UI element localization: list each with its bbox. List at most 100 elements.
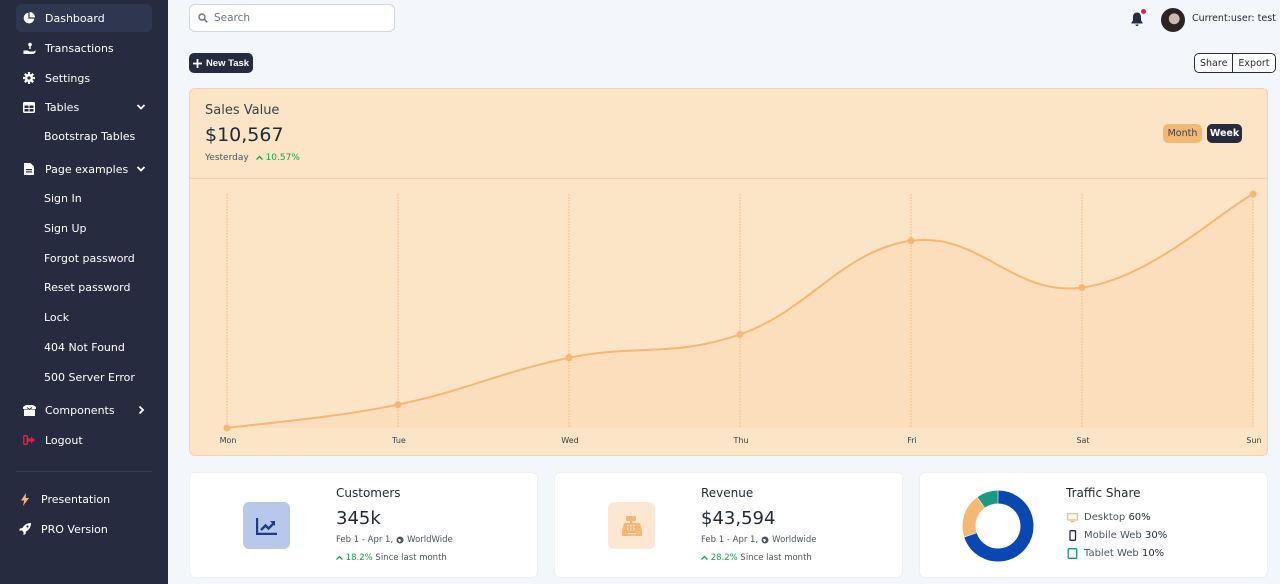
legend-label: Tablet Web (1084, 548, 1139, 559)
sidebar-subitem-500[interactable]: 500 Server Error (44, 368, 135, 388)
plus-icon (192, 58, 202, 68)
sales-value: $10,567 (205, 124, 284, 146)
sidebar-item-label: Components (45, 403, 115, 417)
desktop-icon (1067, 512, 1078, 522)
share-export-group: Share Export (1194, 53, 1276, 73)
sidebar-item-pro-version[interactable]: PRO Version (12, 515, 148, 543)
stat-date-range: Feb 1 - Apr 1, (701, 535, 759, 545)
x-tick-label: Tue (391, 436, 406, 445)
legend-label: Mobile Web (1084, 530, 1142, 541)
lightning-icon (18, 492, 32, 506)
stat-value: 345k (336, 508, 381, 529)
stat-change-pct: 18.2% (345, 553, 373, 563)
stat-change-pct: 28.2% (710, 553, 738, 563)
chevron-down-icon (134, 100, 148, 114)
legend-value: 30% (1144, 530, 1168, 541)
sales-change: 10.57% (255, 153, 300, 163)
sidebar-item-presentation[interactable]: Presentation (12, 485, 148, 513)
customers-icon-box (243, 502, 290, 549)
sidebar-item-transactions[interactable]: Transactions (16, 34, 152, 62)
sales-title: Sales Value (205, 103, 280, 118)
sidebar-subitem-lock[interactable]: Lock (44, 308, 69, 328)
chevron-up-icon (336, 555, 343, 560)
box-icon (22, 403, 36, 417)
globe-icon (761, 536, 769, 544)
sales-change-value: 10.57% (265, 153, 300, 163)
stat-title: Customers (336, 486, 401, 500)
new-task-label: New Task (205, 57, 250, 69)
revenue-card: Revenue $43,594 Feb 1 - Apr 1, Worldwide… (554, 472, 903, 578)
data-point-fri[interactable] (907, 237, 915, 245)
sidebar-item-dashboard[interactable]: Dashboard (16, 4, 152, 32)
sales-period: Yesterday (205, 153, 249, 163)
donut-slice-orange[interactable] (962, 497, 985, 537)
user-name[interactable]: Current:user: test (1192, 13, 1276, 24)
sidebar-item-label: Page examples (45, 162, 129, 176)
x-tick-label: Mon (220, 436, 237, 445)
sidebar-item-components[interactable]: Components (16, 396, 152, 424)
month-toggle[interactable]: Month (1163, 124, 1202, 143)
search-input[interactable] (214, 12, 384, 24)
sidebar-item-settings[interactable]: Settings (16, 64, 152, 92)
sidebar-subitem-sign-up[interactable]: Sign Up (44, 219, 87, 239)
donut-slice-green[interactable] (977, 490, 999, 508)
sidebar-item-label: Presentation (41, 492, 111, 506)
document-icon (22, 162, 36, 176)
export-button[interactable]: Export (1232, 54, 1275, 72)
traffic-share-card: Traffic Share Desktop 60% Mobile Web 30%… (919, 472, 1268, 578)
sidebar-subitem-bootstrap-tables[interactable]: Bootstrap Tables (44, 127, 135, 147)
x-tick-label: Sat (1076, 436, 1089, 445)
stat-region: Worldwide (772, 535, 817, 545)
customers-card: Customers 345k Feb 1 - Apr 1, WorldWide … (189, 472, 538, 578)
tablet-icon (1067, 548, 1078, 559)
chevron-down-icon (134, 162, 148, 176)
x-tick-label: Wed (561, 436, 578, 445)
sidebar-subitem-404[interactable]: 404 Not Found (44, 338, 125, 358)
rocket-icon (18, 522, 32, 536)
sidebar-item-label: Settings (45, 71, 91, 85)
cash-register-icon (621, 515, 642, 536)
x-tick-label: Sun (1246, 436, 1261, 445)
chevron-right-icon (134, 403, 148, 417)
sidebar-item-logout[interactable]: Logout (16, 426, 152, 454)
sidebar-item-label: Logout (45, 433, 83, 447)
search-box[interactable] (189, 4, 395, 32)
data-point-tue[interactable] (394, 401, 402, 409)
sidebar-subitem-reset-password[interactable]: Reset password (44, 278, 130, 298)
table-icon (22, 100, 36, 114)
legend-value: 10% (1141, 548, 1165, 559)
data-point-sun[interactable] (1249, 190, 1257, 198)
sidebar-subitem-forgot-password[interactable]: Forgot password (44, 249, 135, 269)
sales-value-card: Sales Value $10,567 Yesterday 10.57% Mon… (189, 88, 1268, 456)
data-point-mon[interactable] (223, 424, 231, 432)
sidebar: Dashboard Transactions Settings Tables B… (0, 0, 168, 584)
hand-coin-icon (22, 41, 36, 55)
stat-change: 28.2% Since last month (701, 553, 812, 563)
avatar[interactable] (1161, 8, 1185, 32)
data-point-wed[interactable] (565, 354, 573, 362)
share-button[interactable]: Share (1195, 54, 1233, 72)
chevron-up-icon (701, 555, 708, 560)
stat-change-text: Since last month (375, 553, 447, 563)
traffic-donut-chart (962, 490, 1034, 562)
sidebar-item-label: Tables (45, 100, 80, 114)
stat-range: Feb 1 - Apr 1, WorldWide (336, 535, 453, 545)
stat-region: WorldWide (407, 535, 453, 545)
sidebar-item-page-examples[interactable]: Page examples (16, 155, 152, 183)
stat-title: Revenue (701, 486, 754, 500)
x-tick-label: Thu (732, 436, 748, 445)
chevron-up-icon (255, 155, 263, 160)
sidebar-item-tables[interactable]: Tables (16, 93, 152, 121)
data-point-thu[interactable] (736, 330, 744, 338)
stat-value: $43,594 (701, 508, 776, 529)
new-task-button[interactable]: New Task (189, 53, 253, 73)
x-tick-label: Fri (907, 436, 917, 445)
legend-value: 60% (1128, 512, 1151, 523)
legend-label: Desktop (1084, 512, 1126, 523)
sidebar-subitem-sign-in[interactable]: Sign In (44, 189, 82, 209)
sidebar-item-label: Transactions (45, 41, 114, 55)
globe-icon (396, 536, 404, 544)
week-toggle[interactable]: Week (1207, 124, 1242, 143)
sidebar-divider (16, 471, 152, 472)
data-point-sat[interactable] (1078, 284, 1086, 292)
